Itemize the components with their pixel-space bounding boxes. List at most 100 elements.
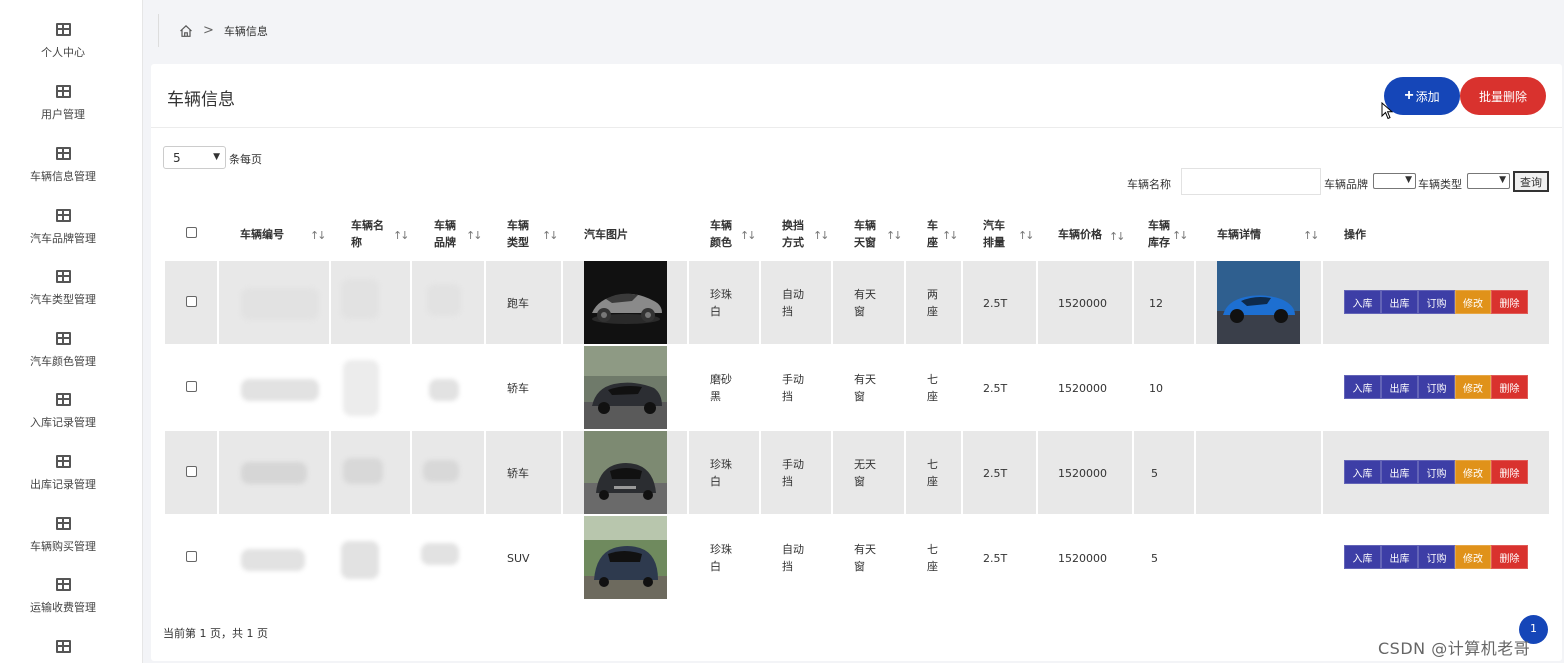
sidebar-item-label: 个人中心 [41, 46, 85, 59]
redacted-id [241, 379, 319, 401]
sort-icon[interactable]: ↑↓ [1303, 227, 1320, 244]
header-color[interactable]: 车辆颜色 ↑↓ [710, 206, 760, 260]
order-button[interactable]: 订购 [1418, 545, 1455, 569]
stock-out-button[interactable]: 出库 [1381, 375, 1418, 399]
header-type[interactable]: 车辆类型 ↑↓ [507, 206, 562, 260]
header-gear[interactable]: 换挡方式 ↑↓ [782, 206, 832, 260]
stock-in-button[interactable]: 入库 [1344, 375, 1381, 399]
sidebar-item-more[interactable] [0, 639, 126, 663]
delete-button[interactable]: 删除 [1491, 375, 1528, 399]
vehicle-type-select[interactable]: ▼ [1467, 173, 1510, 189]
table-row[interactable]: 轿车 珍珠白 手动挡 无天窗 七座 2.5T 1520000 5 入库 出库 订… [165, 431, 1549, 516]
stock-out-button[interactable]: 出库 [1381, 290, 1418, 314]
cell-seats: 两座 [927, 288, 938, 318]
sidebar-item-label: 汽车颜色管理 [30, 355, 96, 368]
sidebar-item-transport[interactable]: 运输收费管理 [0, 577, 126, 627]
delete-button[interactable]: 删除 [1491, 460, 1528, 484]
redacted-id [241, 462, 307, 484]
sort-icon[interactable]: ↑↓ [886, 227, 903, 244]
table-row[interactable]: 轿车 磨砂黑 手动挡 有天窗 七座 2.5T 1520000 10 入库 出库 … [165, 346, 1549, 431]
sort-icon[interactable]: ↑↓ [542, 227, 559, 244]
sort-icon[interactable]: ↑↓ [1172, 227, 1189, 244]
cell-stock: 10 [1149, 382, 1163, 395]
edit-button[interactable]: 修改 [1455, 290, 1491, 314]
header-details[interactable]: 车辆详情 ↑↓ [1217, 206, 1322, 260]
cell-price: 1520000 [1058, 467, 1107, 480]
delete-button[interactable]: 删除 [1491, 545, 1528, 569]
sidebar-item-stock-out[interactable]: 出库记录管理 [0, 454, 126, 504]
query-button[interactable]: 查询 [1513, 171, 1549, 192]
sidebar-item-label: 运输收费管理 [30, 601, 96, 614]
stock-in-button[interactable]: 入库 [1344, 290, 1381, 314]
order-button[interactable]: 订购 [1418, 460, 1455, 484]
table-row[interactable]: 跑车 珍珠白 自动挡 有天窗 两座 2.5T 1520000 12 入库 出库 … [165, 261, 1549, 346]
stock-in-button[interactable]: 入库 [1344, 545, 1381, 569]
sort-icon[interactable]: ↑↓ [310, 227, 327, 244]
add-button[interactable]: + 添加 [1384, 77, 1460, 115]
cell-gear: 自动挡 [782, 288, 804, 318]
row-actions: 入库 出库 订购 修改 删除 [1344, 545, 1528, 569]
order-button[interactable]: 订购 [1418, 375, 1455, 399]
card-header: 车辆信息 + 添加 批量删除 [151, 64, 1562, 128]
vehicle-brand-select[interactable]: ▼ [1373, 173, 1416, 189]
sort-icon[interactable]: ↑↓ [1018, 227, 1035, 244]
row-checkbox[interactable] [186, 381, 197, 392]
sidebar-item-personal-center[interactable]: 个人中心 [0, 22, 126, 72]
sidebar-item-label: 汽车品牌管理 [30, 232, 96, 245]
sort-icon[interactable]: ↑↓ [466, 227, 483, 244]
header-id[interactable]: 车辆编号 ↑↓ [240, 206, 330, 260]
edit-button[interactable]: 修改 [1455, 545, 1491, 569]
breadcrumb-separator: > [203, 23, 214, 38]
header-sunroof[interactable]: 车辆天窗 ↑↓ [854, 206, 904, 260]
vehicle-name-input[interactable] [1181, 168, 1321, 195]
cell-color: 磨砂黑 [710, 373, 732, 403]
row-checkbox[interactable] [186, 551, 197, 562]
header-image: 汽车图片 [584, 228, 628, 241]
cell-seats: 七座 [927, 373, 938, 403]
header-price[interactable]: 车辆价格 ↑↓ [1058, 206, 1128, 260]
header-stock[interactable]: 车辆库存 ↑↓ [1148, 206, 1193, 260]
sidebar-item-vehicle-info[interactable]: 车辆信息管理 [0, 146, 126, 196]
sidebar-item-color[interactable]: 汽车颜色管理 [0, 331, 126, 381]
chevron-down-icon: ▼ [213, 152, 220, 162]
cell-seats: 七座 [927, 543, 938, 573]
sort-icon[interactable]: ↑↓ [1109, 228, 1126, 245]
chevron-down-icon: ▼ [1405, 175, 1412, 185]
per-page-label: 条每页 [229, 153, 262, 166]
sidebar-item-label: 车辆信息管理 [30, 170, 96, 183]
vehicle-type-label: 车辆类型 [1418, 178, 1462, 191]
sidebar-item-type[interactable]: 汽车类型管理 [0, 269, 126, 319]
sidebar-item-brand[interactable]: 汽车品牌管理 [0, 208, 126, 258]
cell-price: 1520000 [1058, 297, 1107, 310]
sort-icon[interactable]: ↑↓ [393, 227, 410, 244]
batch-delete-label: 批量删除 [1478, 89, 1527, 104]
row-checkbox[interactable] [186, 466, 197, 477]
stock-out-button[interactable]: 出库 [1381, 545, 1418, 569]
sidebar-item-user-management[interactable]: 用户管理 [0, 84, 126, 134]
table-row[interactable]: SUV 珍珠白 自动挡 有天窗 七座 2.5T 1520000 5 入库 出库 … [165, 516, 1549, 601]
stock-in-button[interactable]: 入库 [1344, 460, 1381, 484]
page-size-select[interactable]: 5 ▼ [163, 146, 226, 169]
sort-icon[interactable]: ↑↓ [942, 227, 959, 244]
order-button[interactable]: 订购 [1418, 290, 1455, 314]
select-all-checkbox[interactable] [186, 227, 197, 238]
header-displacement[interactable]: 汽车排量 ↑↓ [983, 206, 1035, 260]
header-seats[interactable]: 车座 ↑↓ [927, 206, 967, 260]
redacted-name [343, 458, 383, 484]
header-brand[interactable]: 车辆品牌 ↑↓ [434, 206, 484, 260]
batch-delete-button[interactable]: 批量删除 [1460, 77, 1546, 115]
sidebar-item-purchase[interactable]: 车辆购买管理 [0, 516, 126, 566]
row-checkbox[interactable] [186, 296, 197, 307]
home-icon[interactable] [179, 24, 193, 38]
cell-type: 轿车 [507, 382, 529, 395]
sort-icon[interactable]: ↑↓ [813, 227, 830, 244]
stock-out-button[interactable]: 出库 [1381, 460, 1418, 484]
sidebar-item-stock-in[interactable]: 入库记录管理 [0, 392, 126, 442]
delete-button[interactable]: 删除 [1491, 290, 1528, 314]
edit-button[interactable]: 修改 [1455, 460, 1491, 484]
cell-price: 1520000 [1058, 382, 1107, 395]
header-name[interactable]: 车辆名称 ↑↓ [351, 206, 411, 260]
cell-displacement: 2.5T [983, 382, 1008, 395]
edit-button[interactable]: 修改 [1455, 375, 1491, 399]
sort-icon[interactable]: ↑↓ [740, 227, 757, 244]
